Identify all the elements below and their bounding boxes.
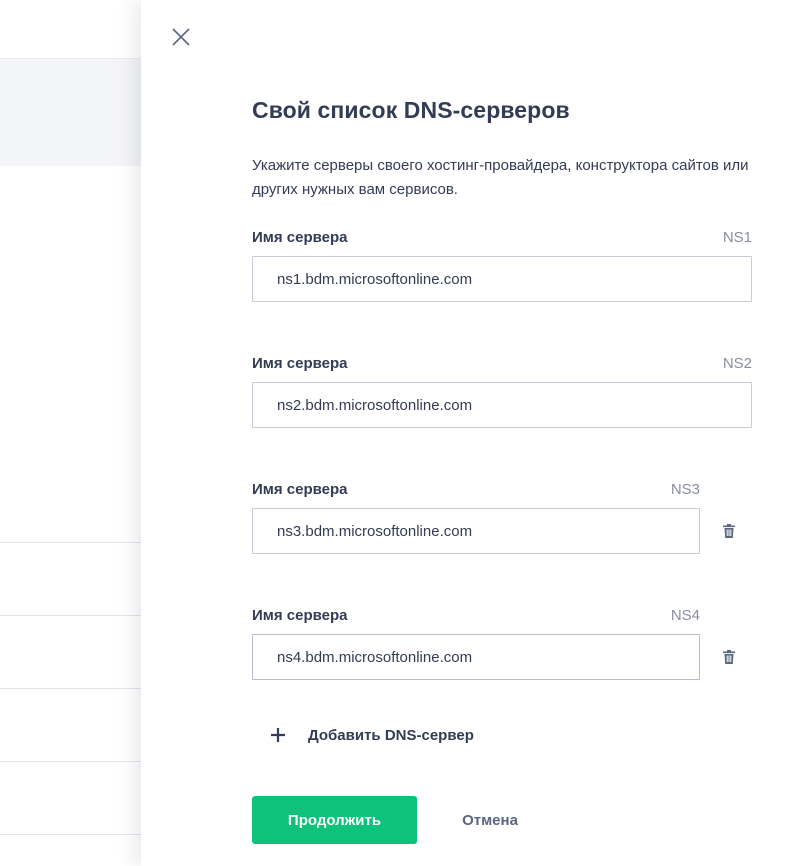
delete-server-button[interactable] [719,521,739,541]
close-button[interactable] [171,26,191,48]
background-divider [0,688,160,689]
delete-server-button[interactable] [719,647,739,667]
background-divider [0,761,160,762]
trash-icon [723,650,735,664]
background-divider [0,834,160,835]
server-input-ns3[interactable] [252,508,700,554]
server-input-ns2[interactable] [252,382,752,428]
server-tag: NS1 [722,229,752,246]
server-field-ns3: Имя сервера NS3 [252,481,752,554]
background-header [0,0,160,59]
server-field-label: Имя сервера [252,229,348,246]
close-icon [172,28,190,46]
server-field-label: Имя сервера [252,481,348,498]
background-banner [0,59,160,166]
server-input-ns4[interactable] [252,634,700,680]
cancel-button[interactable]: Отмена [442,796,538,844]
background-page [0,0,160,866]
server-tag: NS4 [670,607,700,624]
server-field-ns2: Имя сервера NS2 [252,355,752,428]
add-dns-server-button[interactable]: Добавить DNS-сервер [270,723,474,747]
add-dns-server-label: Добавить DNS-сервер [308,726,474,744]
dialog-title: Свой список DNS-серверов [252,97,570,123]
background-divider [0,615,160,616]
server-field-ns4: Имя сервера NS4 [252,607,752,680]
dns-servers-drawer: Свой список DNS-серверов Укажите серверы… [141,0,800,866]
server-field-ns1: Имя сервера NS1 [252,229,752,302]
server-field-label: Имя сервера [252,355,348,372]
trash-icon [723,524,735,538]
background-divider [0,542,160,543]
server-tag: NS2 [722,355,752,372]
dialog-description: Укажите серверы своего хостинг-провайдер… [252,157,749,198]
continue-button[interactable]: Продолжить [252,796,417,844]
server-tag: NS3 [670,481,700,498]
server-field-label: Имя сервера [252,607,348,624]
server-input-ns1[interactable] [252,256,752,302]
plus-icon [270,727,286,743]
